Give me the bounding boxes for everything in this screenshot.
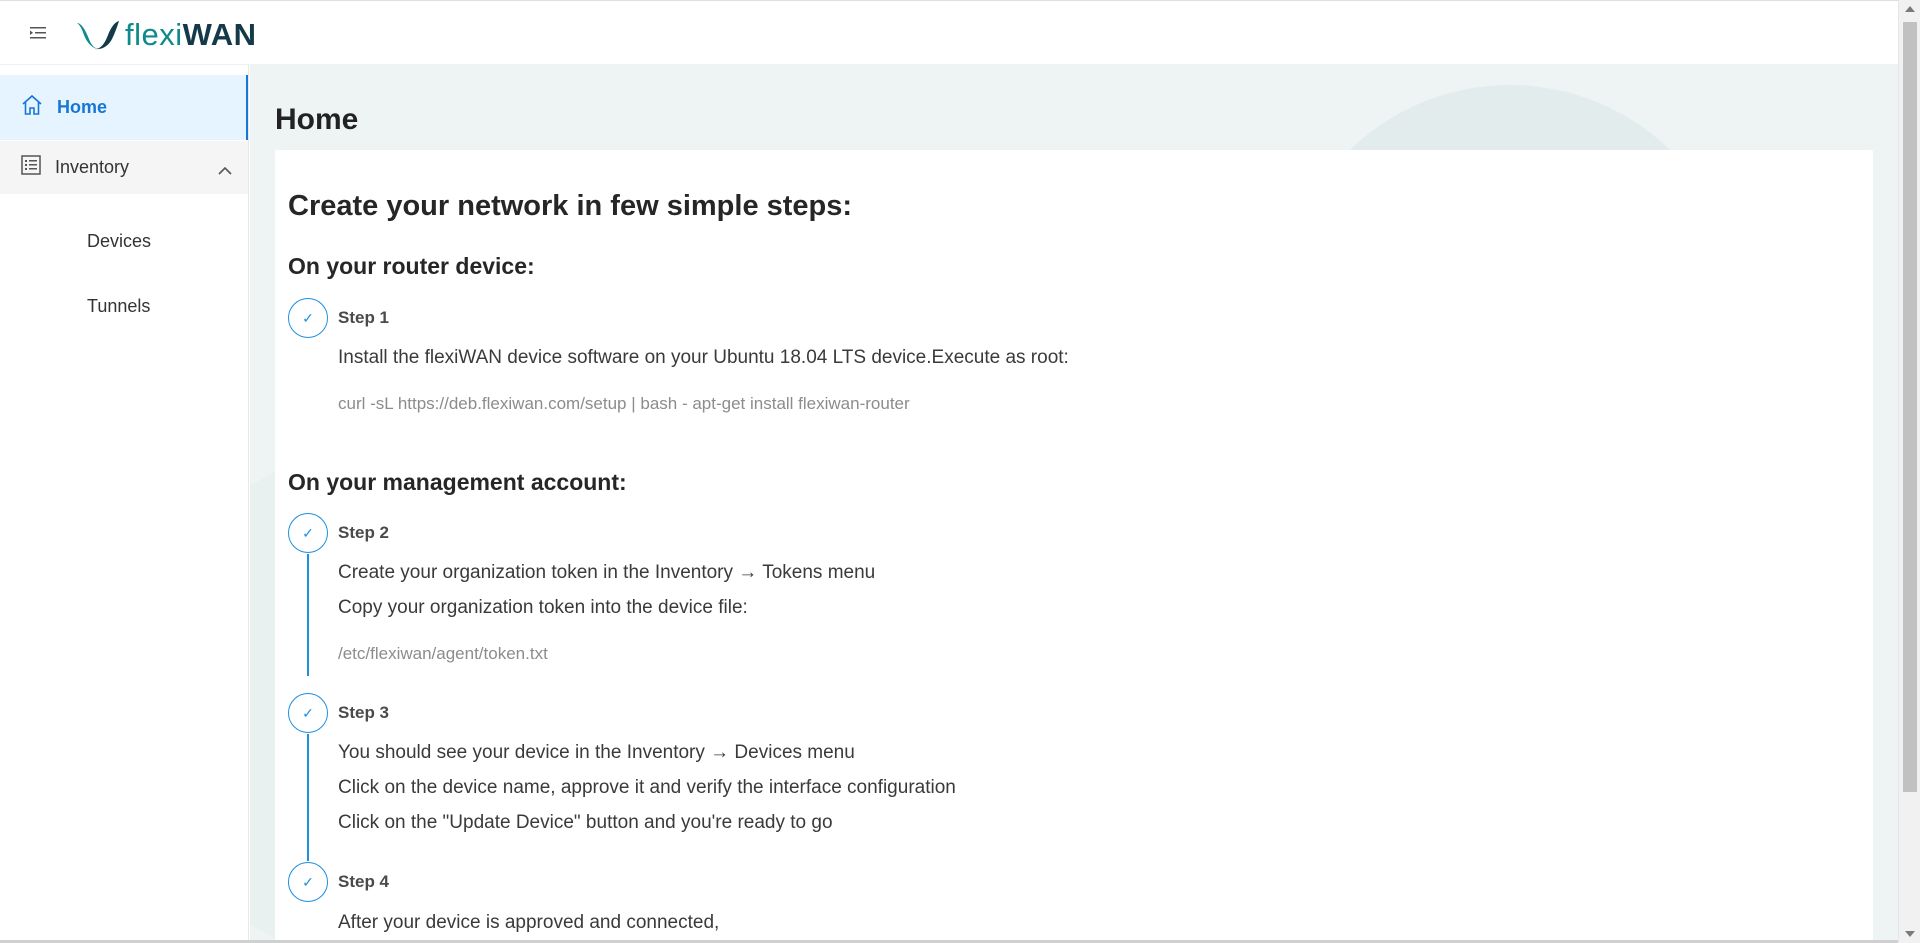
sidebar-item-label: Home [57, 97, 108, 117]
sidebar-item-devices[interactable]: Devices [0, 211, 248, 271]
step-4-text-1: After your device is approved and connec… [338, 912, 720, 933]
sidebar-item-label: Devices [87, 230, 152, 251]
chevron-up-icon [218, 159, 232, 180]
sidebar: Home Inventory Devices Tunnels [0, 65, 249, 943]
vertical-scrollbar[interactable] [1898, 0, 1920, 943]
step-2-text-2: Copy your organization token into the de… [338, 597, 748, 618]
step-1-label: Step 1 [338, 308, 390, 327]
logo-mark-icon [77, 21, 119, 50]
step-4-label: Step 4 [338, 872, 390, 891]
main-content: Home Create your network in few simple s… [250, 65, 1898, 943]
sidebar-item-inventory[interactable]: Inventory [0, 141, 248, 194]
step-3-text-3: Click on the "Update Device" button and … [338, 812, 833, 833]
step-2-check-icon: ✓ [288, 513, 328, 553]
getting-started-card: Create your network in few simple steps:… [275, 150, 1873, 943]
step-2-label: Step 2 [338, 523, 390, 542]
scroll-up-arrow-icon[interactable] [1905, 6, 1915, 12]
logo-text: flexiWAN [125, 17, 257, 52]
top-header: flexiWAN [0, 0, 1898, 65]
step-3-connector [307, 734, 309, 861]
page-title: Home [275, 103, 359, 136]
sidebar-item-tunnels[interactable]: Tunnels [0, 276, 248, 336]
menu-fold-icon[interactable] [30, 26, 48, 40]
step-2-connector [307, 554, 309, 676]
scroll-thumb[interactable] [1903, 22, 1917, 792]
step-2-text-1: Create your organization token in the In… [338, 562, 876, 583]
step-3-text-1: You should see your device in the Invent… [338, 742, 855, 763]
home-icon [21, 94, 43, 121]
step-1-check-icon: ✓ [288, 298, 328, 338]
step-3-check-icon: ✓ [288, 693, 328, 733]
inventory-icon [21, 155, 41, 180]
card-title: Create your network in few simple steps: [288, 190, 853, 222]
sidebar-item-label: Tunnels [87, 295, 151, 316]
sidebar-item-home[interactable]: Home [0, 75, 248, 140]
step-3-text-2: Click on the device name, approve it and… [338, 777, 956, 798]
section-title-router: On your router device: [288, 253, 535, 279]
step-4-check-icon: ✓ [288, 862, 328, 902]
step-2-token-path: /etc/flexiwan/agent/token.txt [338, 644, 548, 663]
step-1-command: curl -sL https://deb.flexiwan.com/setup … [338, 394, 910, 413]
step-1-text: Install the flexiWAN device software on … [338, 347, 1069, 368]
flexiwan-logo[interactable]: flexiWAN [75, 15, 256, 55]
step-3-label: Step 3 [338, 703, 390, 722]
scroll-down-arrow-icon[interactable] [1905, 931, 1915, 937]
section-title-management: On your management account: [288, 469, 627, 495]
sidebar-item-label: Inventory [55, 157, 130, 177]
